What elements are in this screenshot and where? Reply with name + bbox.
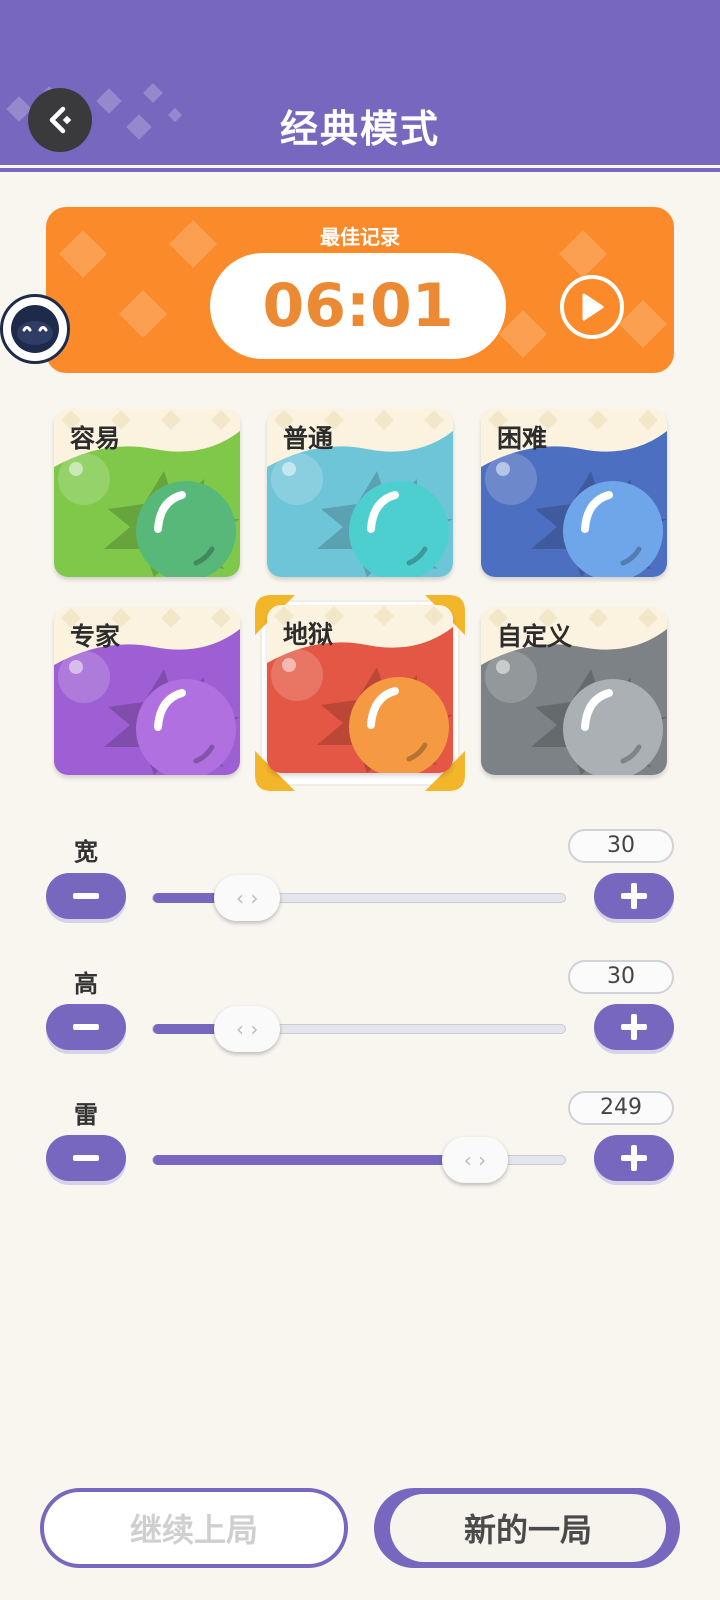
minus-icon xyxy=(73,893,99,899)
difficulty-card-hell[interactable]: 地狱 xyxy=(267,605,453,773)
height-plus-button[interactable] xyxy=(594,1004,674,1050)
mines-minus-button[interactable] xyxy=(46,1135,126,1181)
height-slider-thumb[interactable]: ‹ › xyxy=(214,1006,281,1052)
difficulty-label-hell: 地狱 xyxy=(283,620,334,649)
difficulty-label-expert: 专家 xyxy=(70,622,121,651)
minus-icon xyxy=(73,1024,99,1030)
drag-arrows-icon: ‹ › xyxy=(236,886,259,910)
height-label: 高 xyxy=(74,970,98,998)
difficulty-card-normal[interactable]: 普通 xyxy=(267,409,453,577)
best-record-time: 06:01 xyxy=(262,271,454,341)
width-plus-button[interactable] xyxy=(594,873,674,919)
best-record-card: 最佳记录 06:01 xyxy=(46,207,674,373)
difficulty-label-custom: 自定义 xyxy=(497,622,573,651)
difficulty-card-easy[interactable]: 容易 xyxy=(54,409,240,577)
minus-icon xyxy=(73,1155,99,1161)
difficulty-card-custom[interactable]: 自定义 xyxy=(481,607,667,775)
continue-game-button[interactable]: 继续上局 xyxy=(40,1488,348,1568)
mines-plus-button[interactable] xyxy=(594,1135,674,1181)
difficulty-label-hard: 困难 xyxy=(497,424,548,453)
drag-arrows-icon: ‹ › xyxy=(236,1017,259,1041)
plus-icon xyxy=(621,1014,647,1040)
difficulty-card-hard[interactable]: 困难 xyxy=(481,409,667,577)
best-record-pill: 06:01 xyxy=(210,253,506,359)
height-minus-button[interactable] xyxy=(46,1004,126,1050)
plus-icon xyxy=(621,883,647,909)
new-game-label: 新的一局 xyxy=(390,1494,666,1562)
mines-slider-thumb[interactable]: ‹ › xyxy=(441,1137,508,1183)
face-icon xyxy=(11,305,59,353)
new-game-button[interactable]: 新的一局 xyxy=(374,1488,680,1568)
mines-value-field[interactable]: 249 xyxy=(568,1091,674,1125)
width-slider-thumb[interactable]: ‹ › xyxy=(214,875,281,921)
play-icon xyxy=(582,293,604,321)
difficulty-label-easy: 容易 xyxy=(70,424,121,453)
width-label: 宽 xyxy=(74,838,98,866)
mines-label: 雷 xyxy=(74,1101,98,1129)
plus-icon xyxy=(621,1145,647,1171)
drag-arrows-icon: ‹ › xyxy=(463,1148,487,1172)
difficulty-card-expert[interactable]: 专家 xyxy=(54,607,240,775)
height-value-field[interactable]: 30 xyxy=(568,960,674,994)
best-record-label: 最佳记录 xyxy=(320,225,400,249)
header-bar: 经典模式 xyxy=(0,0,720,172)
width-minus-button[interactable] xyxy=(46,873,126,919)
width-value-field[interactable]: 30 xyxy=(568,829,674,863)
difficulty-label-normal: 普通 xyxy=(283,424,334,453)
replay-button[interactable] xyxy=(560,275,624,339)
assistant-avatar[interactable] xyxy=(0,294,70,364)
mines-slider-fill xyxy=(153,1155,476,1165)
page-title: 经典模式 xyxy=(279,107,440,151)
